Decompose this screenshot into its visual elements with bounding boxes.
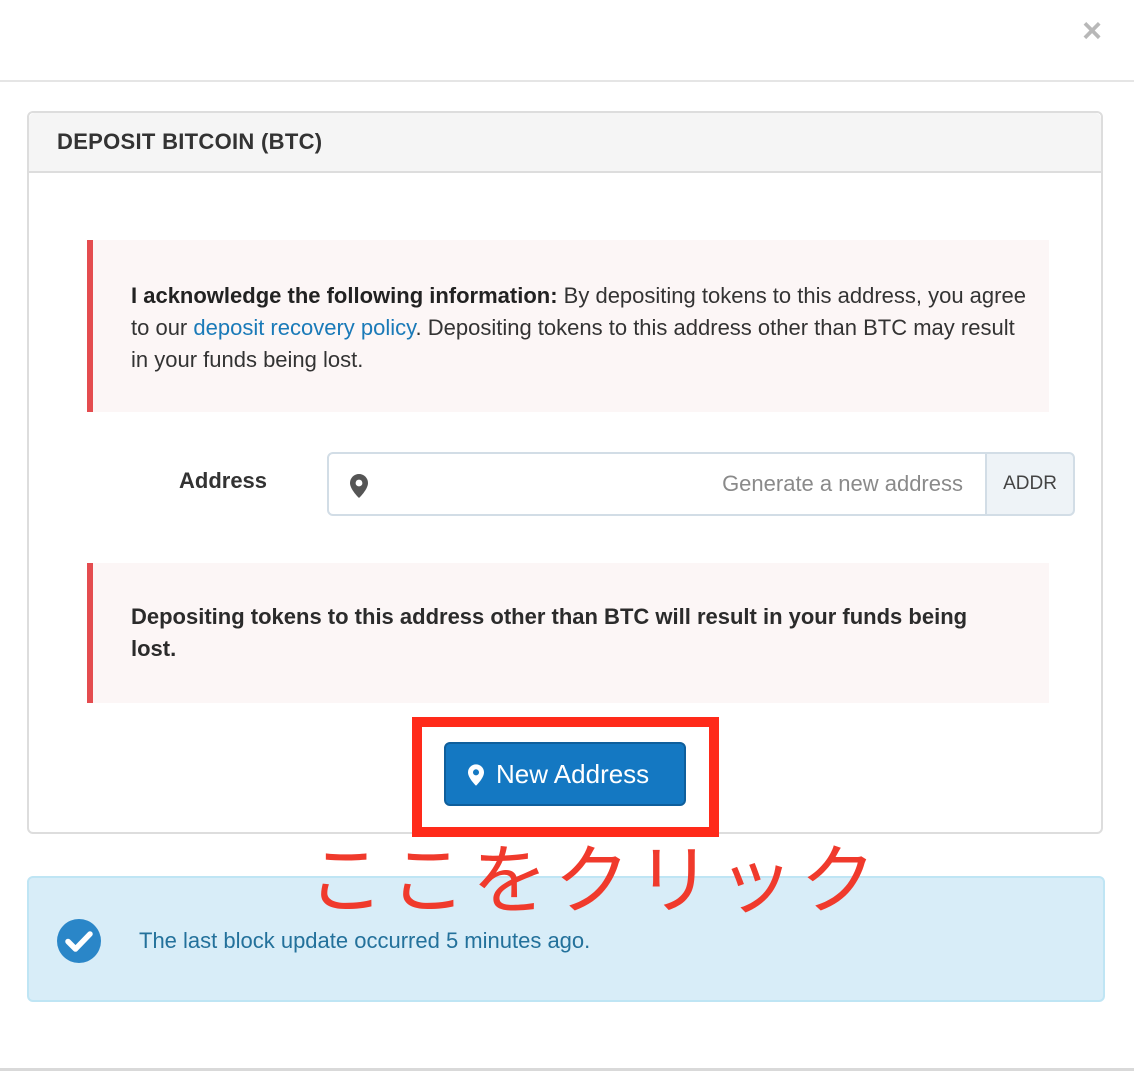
check-circle-icon: [57, 919, 101, 963]
close-button[interactable]: ×: [1078, 14, 1106, 48]
deposit-modal: × DEPOSIT BITCOIN (BTC) I acknowledge th…: [0, 0, 1134, 1071]
warning-alert: Depositing tokens to this address other …: [87, 563, 1049, 703]
deposit-recovery-policy-link[interactable]: deposit recovery policy: [193, 315, 415, 340]
modal-header: ×: [0, 0, 1134, 82]
map-marker-icon: [350, 474, 368, 498]
address-input-group: ADDR: [327, 452, 1075, 516]
new-address-button[interactable]: New Address: [444, 742, 686, 806]
acknowledge-bold: I acknowledge the following information:: [131, 283, 558, 308]
panel-title: DEPOSIT BITCOIN (BTC): [57, 129, 323, 154]
info-text: The last block update occurred 5 minutes…: [139, 928, 591, 953]
address-label: Address: [179, 468, 268, 493]
new-address-label: New Address: [496, 759, 650, 789]
acknowledge-alert: I acknowledge the following information:…: [87, 240, 1049, 412]
click-here-annotation: ここをクリック: [308, 836, 882, 925]
address-addon-left: [327, 452, 391, 516]
map-marker-icon: [468, 764, 484, 786]
addr-addon: ADDR: [985, 452, 1075, 516]
panel-heading: DEPOSIT BITCOIN (BTC): [29, 113, 1101, 173]
acknowledge-text: I acknowledge the following information:…: [131, 280, 1031, 376]
warning-text: Depositing tokens to this address other …: [131, 604, 968, 661]
close-icon: ×: [1082, 12, 1102, 50]
address-input[interactable]: [389, 452, 987, 516]
